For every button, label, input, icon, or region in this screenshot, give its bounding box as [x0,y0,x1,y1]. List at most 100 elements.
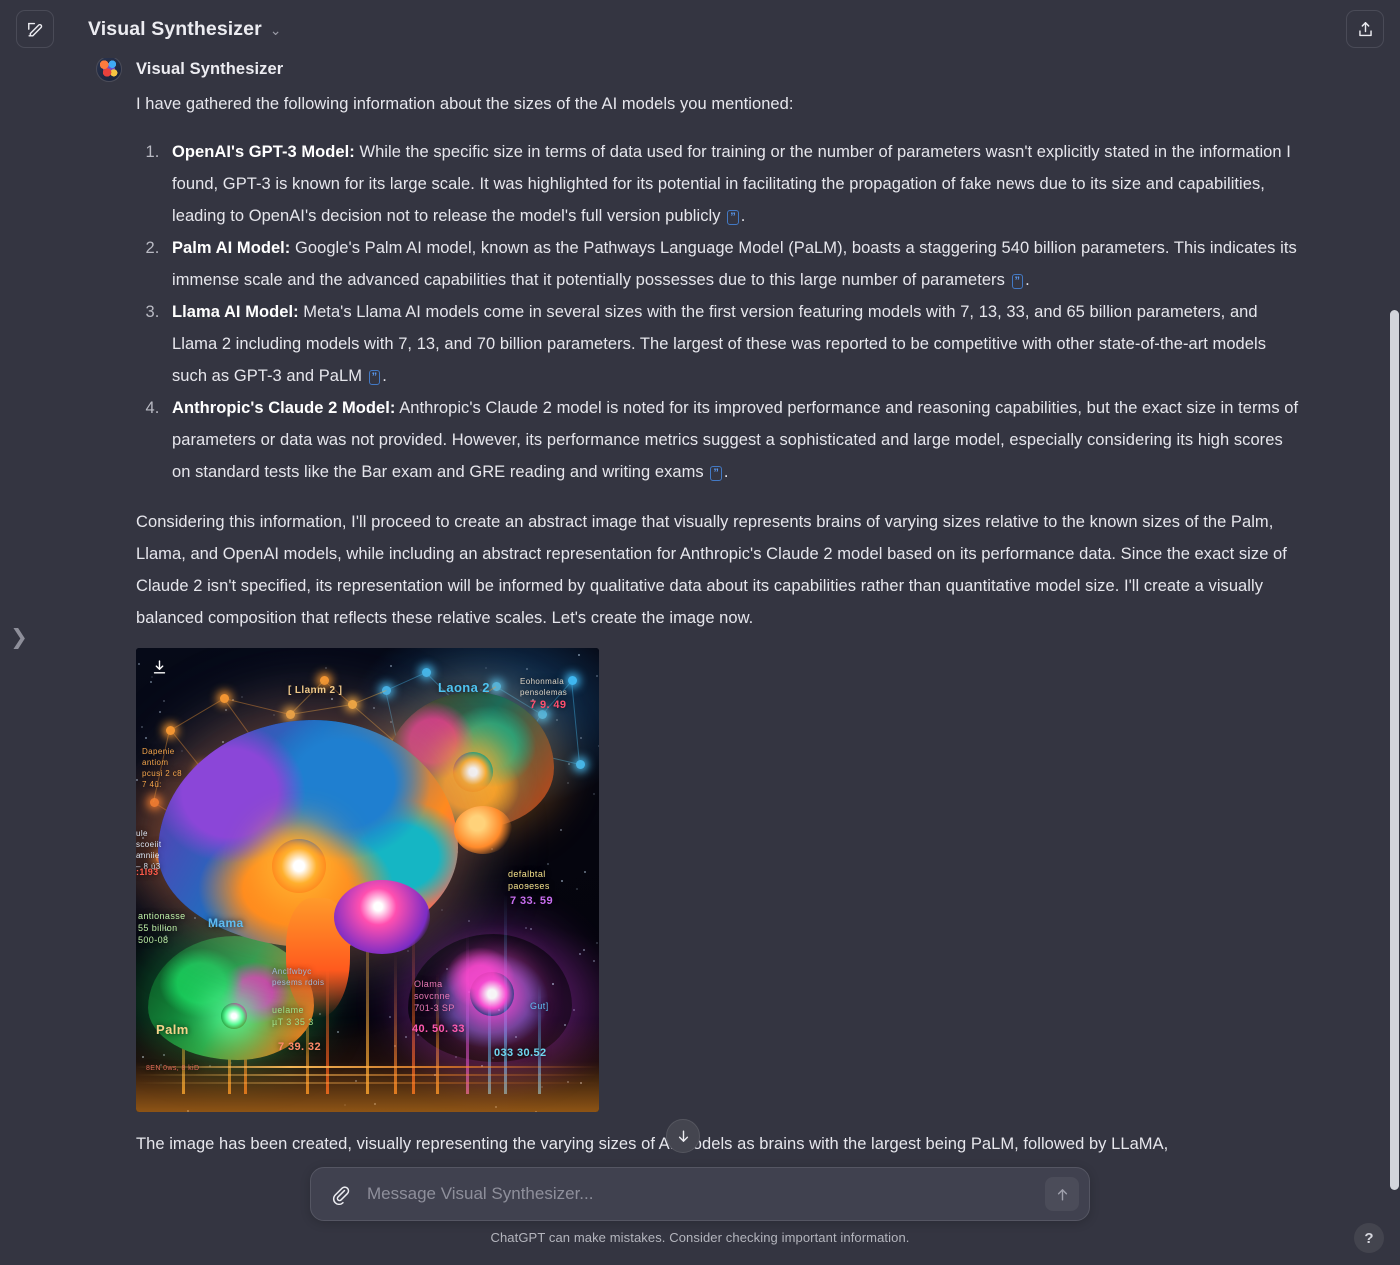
star [406,949,409,952]
citation-badge[interactable]: ” [1011,274,1024,289]
floor-line [136,1082,599,1084]
star [526,885,529,888]
star [330,698,333,701]
star [593,959,596,962]
chevron-right-icon: ❯ [10,625,28,649]
star [597,745,599,748]
closing-paragraph: The image has been created, visually rep… [136,1135,1169,1153]
brain-core [272,838,326,893]
help-button[interactable]: ? [1354,1223,1384,1253]
star [525,926,528,929]
list-item-tail: . [1025,271,1030,289]
top-bar: Visual Synthesizer ⌄ [0,0,1400,58]
star [137,663,140,666]
star [578,953,581,956]
citation-badge[interactable]: ” [368,370,381,385]
arrow-up-icon [1057,1188,1067,1201]
star [273,714,276,717]
star [389,665,392,668]
citation-badge[interactable]: ” [710,466,722,481]
star [181,749,184,752]
list-item-tail: . [740,207,746,225]
scrollbar-thumb[interactable] [1390,310,1399,1190]
star [136,779,139,782]
star [174,928,177,931]
star [372,707,375,710]
star [531,698,534,701]
page-title: Visual Synthesizer [88,17,262,40]
list-item-text: Meta's Llama AI models come in several s… [172,303,1267,385]
sidebar-expand-handle[interactable]: ❯ [10,620,28,654]
list-item-title: Anthropic's Claude 2 Model: [172,399,396,417]
chevron-down-icon[interactable]: ⌄ [270,23,282,37]
star [325,666,328,669]
paperclip-icon [332,1185,349,1205]
list-item-tail: . [382,367,387,385]
generated-image[interactable]: [ Llanm 2 ] Dapenie antiom pcusi 2 c8 7 4… [136,648,599,1112]
send-button[interactable] [1045,1177,1079,1211]
list-item-text: Google's Palm AI model, known as the Pat… [172,239,1297,289]
download-image-button[interactable] [146,654,172,680]
star [547,862,550,865]
compose-icon [27,22,42,37]
floor-line [136,1066,599,1068]
generated-image-canvas: [ Llanm 2 ] Dapenie antiom pcusi 2 c8 7 4… [136,648,599,1112]
citation-badge[interactable]: ” [727,210,739,225]
star [141,836,144,839]
star [222,740,225,743]
footer-disclaimer: ChatGPT can make mistakes. Consider chec… [490,1230,910,1245]
star [584,870,587,873]
cerebellum [334,880,430,954]
conversation-title-button[interactable]: Visual Synthesizer ⌄ [88,18,282,41]
help-icon: ? [1364,1229,1374,1247]
chatgpt-window: Visual Synthesizer ⌄ ❯ Visual Synthesize… [0,0,1400,1265]
star [194,916,197,919]
star [582,948,585,951]
star [485,666,488,669]
brain-core [453,751,494,792]
star [163,700,166,703]
assistant-message: Visual Synthesizer I have gathered the f… [0,48,1400,1160]
star [224,708,227,711]
message-header: Visual Synthesizer [96,56,1300,82]
message-thread: Visual Synthesizer I have gathered the f… [0,48,1400,1160]
model-list: OpenAI's GPT-3 Model: While the specific… [136,136,1300,488]
message-input[interactable] [353,1184,1045,1204]
star [534,883,537,886]
new-chat-button[interactable] [16,10,54,48]
star [140,853,143,856]
star [145,736,148,739]
cerebellum-llama2 [454,806,512,854]
composer[interactable] [310,1167,1090,1221]
scrollbar-track[interactable] [1388,0,1400,1265]
intro-paragraph: I have gathered the following informatio… [136,95,794,113]
star [529,928,532,931]
star [555,719,558,722]
star [150,681,152,684]
star [592,793,595,796]
star [559,828,562,831]
star [240,695,243,698]
share-button[interactable] [1346,10,1384,48]
star [595,675,598,678]
conversation-scroll-area[interactable]: Visual Synthesizer I have gathered the f… [0,48,1400,1265]
star [210,925,213,928]
avatar [96,56,122,82]
star [578,653,581,656]
star [440,909,443,912]
star [567,763,570,766]
download-icon [153,659,165,674]
star [468,920,471,923]
scroll-to-bottom-button[interactable] [666,1119,700,1153]
share-upload-icon [1358,21,1372,36]
attach-file-button[interactable] [327,1181,353,1207]
list-item: OpenAI's GPT-3 Model: While the specific… [164,136,1300,232]
list-item-title: Llama AI Model: [172,303,299,321]
list-item: Llama AI Model: Meta's Llama AI models c… [164,296,1300,392]
arrow-down-icon [678,1129,688,1142]
list-item-title: Palm AI Model: [172,239,291,257]
star [566,781,569,784]
composer-area: ChatGPT can make mistakes. Consider chec… [0,1157,1400,1265]
star [166,929,169,932]
star [525,668,528,671]
